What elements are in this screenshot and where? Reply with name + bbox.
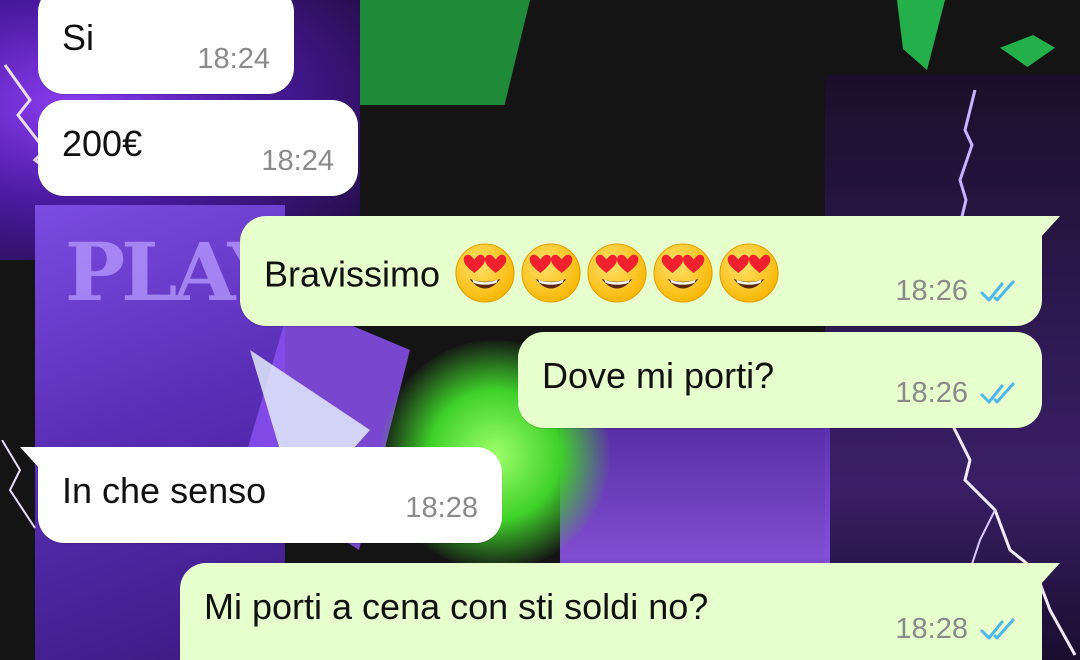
- message-timestamp: 18:28: [405, 492, 478, 524]
- incoming-message-bubble[interactable]: In che senso 18:28: [20, 447, 502, 543]
- read-double-check-icon: [980, 280, 1015, 302]
- message-text: Si: [62, 17, 95, 58]
- chat-message-list[interactable]: Si 18:24 200€ 18:24 Bravissimo 18:26 Dov…: [0, 0, 1080, 660]
- outgoing-message-bubble[interactable]: Dove mi porti? 18:26: [518, 332, 1042, 428]
- message-text: In che senso: [62, 470, 267, 511]
- message-timestamp: 18:24: [197, 43, 270, 75]
- message-text: Bravissimo: [264, 243, 780, 308]
- message-text: 200€: [62, 123, 143, 164]
- incoming-message-bubble[interactable]: Si 18:24: [38, 0, 294, 94]
- message-timestamp: 18:28: [895, 613, 968, 645]
- read-double-check-icon: [980, 382, 1015, 404]
- emoji-group: [454, 242, 780, 304]
- message-timestamp: 18:26: [895, 275, 968, 307]
- heart-eyes-emoji: [455, 243, 515, 303]
- heart-eyes-emoji: [653, 243, 713, 303]
- bubble-tail: [1040, 563, 1060, 585]
- heart-eyes-emoji: [719, 243, 779, 303]
- heart-eyes-emoji: [521, 243, 581, 303]
- read-double-check-icon: [980, 618, 1015, 640]
- message-text-label: Bravissimo: [264, 253, 441, 295]
- outgoing-message-bubble[interactable]: Bravissimo 18:26: [240, 216, 1060, 326]
- message-timestamp: 18:26: [895, 377, 968, 409]
- heart-eyes-emoji: [587, 243, 647, 303]
- bubble-tail: [20, 447, 40, 469]
- message-text: Dove mi porti?: [542, 355, 775, 396]
- outgoing-message-bubble[interactable]: Mi porti a cena con sti soldi no? 18:28: [180, 563, 1060, 660]
- incoming-message-bubble[interactable]: 200€ 18:24: [38, 100, 358, 196]
- message-timestamp: 18:24: [261, 145, 334, 177]
- bubble-tail: [1040, 216, 1060, 238]
- message-text: Mi porti a cena con sti soldi no?: [204, 586, 709, 627]
